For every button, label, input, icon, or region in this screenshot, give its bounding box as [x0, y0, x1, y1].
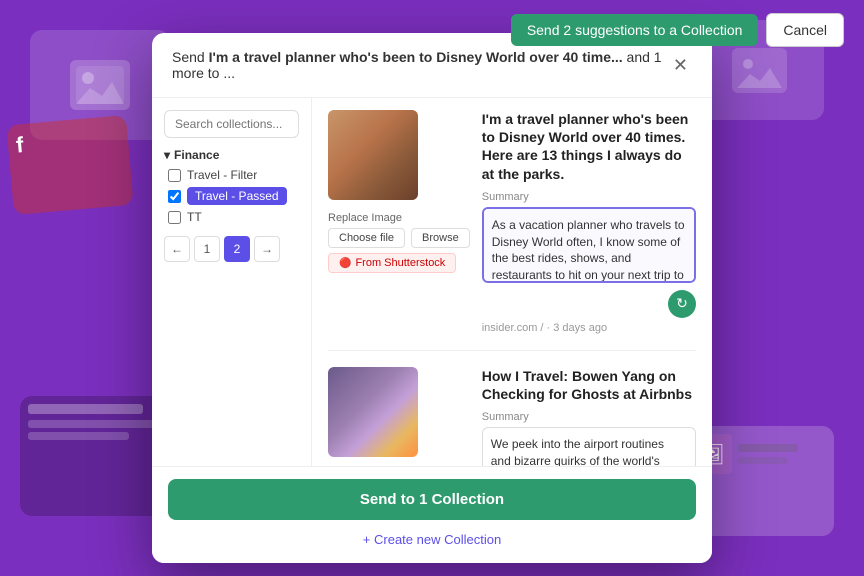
article-1-summary-label: Summary: [482, 191, 696, 203]
page-prev-button[interactable]: ←: [164, 236, 190, 262]
browse-button-1[interactable]: Browse: [411, 228, 470, 248]
article-2-thumbnail: [328, 367, 418, 457]
article-1-meta: insider.com / · 3 days ago: [482, 322, 696, 334]
page-1-button[interactable]: 1: [194, 236, 220, 262]
send-suggestions-button[interactable]: Send 2 suggestions to a Collection: [511, 14, 759, 46]
travel-passed-checkbox[interactable]: [168, 190, 181, 203]
modal-body: ▾ Finance Travel - Filter Travel - Passe…: [152, 98, 712, 466]
articles-content-area: Replace Image Choose file Browse 🔴 From …: [312, 98, 712, 466]
send-to-collection-button[interactable]: Send to 1 Collection: [168, 479, 696, 520]
article-1-title: I'm a travel planner who's been to Disne…: [482, 110, 696, 183]
create-new-collection-button[interactable]: + Create new Collection: [168, 528, 696, 551]
article-1-summary-textarea[interactable]: [482, 207, 696, 283]
article-2-image: [328, 367, 418, 457]
article-2-title: How I Travel: Bowen Yang on Checking for…: [482, 367, 696, 403]
article-1-image: [328, 110, 418, 200]
chevron-down-icon: ▾: [164, 148, 170, 162]
article-2-content: How I Travel: Bowen Yang on Checking for…: [482, 367, 696, 466]
replace-image-label-1: Replace Image: [328, 212, 470, 224]
shutterstock-button-1[interactable]: 🔴 From Shutterstock: [328, 253, 456, 273]
article-1-content: I'm a travel planner who's been to Disne…: [482, 110, 696, 334]
tt-checkbox[interactable]: [168, 211, 181, 224]
top-bar: Send 2 suggestions to a Collection Cance…: [0, 0, 864, 60]
tt-label: TT: [187, 210, 202, 224]
modal-footer: Send to 1 Collection + Create new Collec…: [152, 466, 712, 563]
article-1-summary-actions: ↻: [482, 290, 696, 318]
modal-overlay: Send I'm a travel planner who's been to …: [0, 0, 864, 576]
collection-item-travel-passed[interactable]: Travel - Passed: [164, 187, 299, 205]
article-2-summary-textarea[interactable]: [482, 427, 696, 466]
shutterstock-label-1: From Shutterstock: [355, 257, 445, 269]
article-2-summary-label: Summary: [482, 411, 696, 423]
article-1-thumbnail: [328, 110, 418, 200]
choose-file-button-1[interactable]: Choose file: [328, 228, 405, 248]
collection-group-finance: ▾ Finance: [164, 148, 299, 162]
page-next-button[interactable]: →: [254, 236, 280, 262]
collection-item-tt[interactable]: TT: [164, 210, 299, 224]
page-2-button[interactable]: 2: [224, 236, 250, 262]
replace-image-btns-1: Choose file Browse: [328, 228, 470, 248]
regenerate-button-1[interactable]: ↻: [668, 290, 696, 318]
article-1-replace-section: Replace Image Choose file Browse 🔴 From …: [328, 212, 470, 273]
cancel-button[interactable]: Cancel: [766, 13, 844, 47]
pagination: ← 1 2 →: [164, 236, 299, 262]
travel-filter-label: Travel - Filter: [187, 168, 257, 182]
modal: Send I'm a travel planner who's been to …: [152, 33, 712, 563]
search-collections-input[interactable]: [164, 110, 299, 138]
article-card-1: Replace Image Choose file Browse 🔴 From …: [328, 110, 696, 351]
shutterstock-icon: 🔴: [339, 258, 351, 269]
article-card-2: Replace Image Choose file Browse How I T…: [328, 367, 696, 466]
collections-sidebar: ▾ Finance Travel - Filter Travel - Passe…: [152, 98, 312, 466]
travel-passed-label: Travel - Passed: [187, 187, 287, 205]
collection-item-travel-filter[interactable]: Travel - Filter: [164, 168, 299, 182]
group-label: Finance: [174, 148, 219, 162]
travel-filter-checkbox[interactable]: [168, 169, 181, 182]
